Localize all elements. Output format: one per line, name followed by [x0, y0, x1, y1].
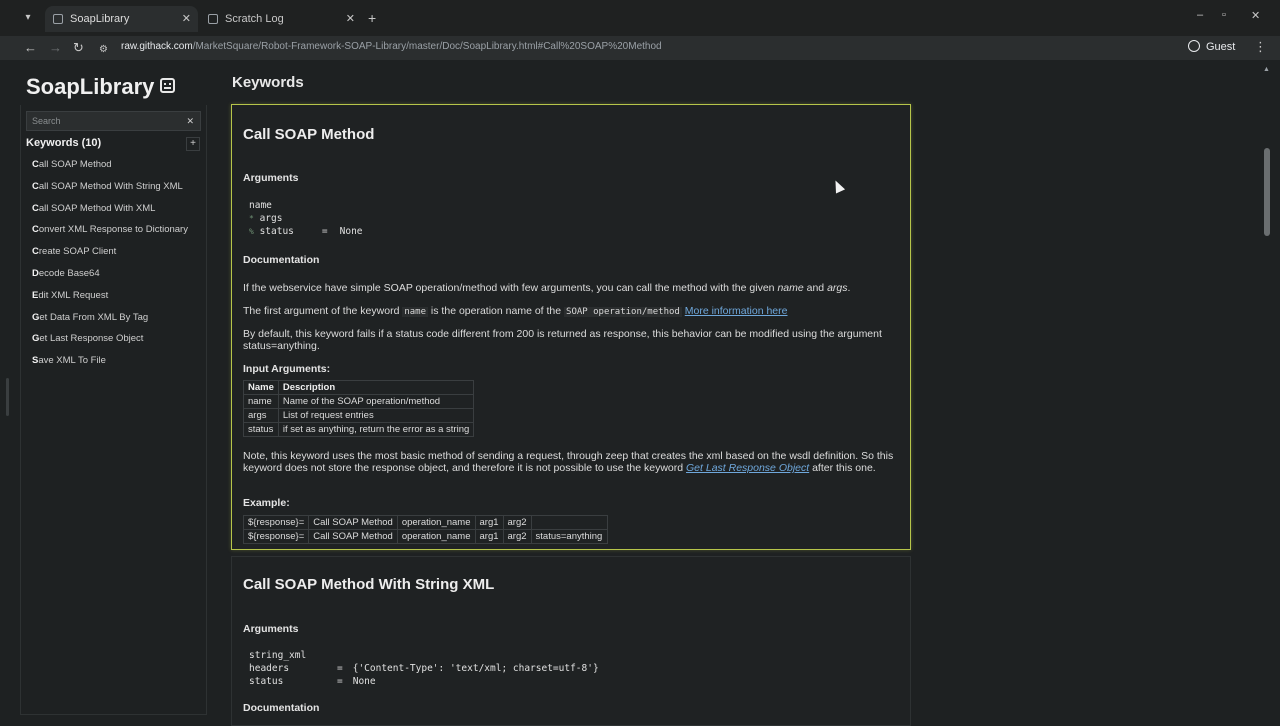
url-path: /MarketSquare/Robot-Framework-SOAP-Libra…	[192, 41, 662, 52]
keyword-title: Call SOAP Method With String XML	[243, 576, 495, 593]
keyword-link[interactable]: Save XML To File	[32, 355, 202, 377]
page-favicon-icon	[53, 14, 63, 24]
table-row: args List of request entries	[243, 408, 475, 423]
argument-headers: headers = {'Content-Type': 'text/xml; char…	[249, 663, 599, 674]
site-info-icon[interactable]: ⚙	[99, 41, 108, 59]
argument-status: status = None	[249, 676, 376, 687]
robot-icon	[160, 78, 176, 93]
keyword-title: Call SOAP Method	[243, 126, 375, 143]
search-input[interactable]: Search ✕	[26, 111, 201, 131]
more-information-link[interactable]: More information here	[685, 305, 788, 317]
scroll-up-icon[interactable]: ▲	[1263, 66, 1270, 73]
tab-title: SoapLibrary	[70, 13, 130, 25]
documentation-label: Documentation	[243, 254, 320, 266]
table-row: ${response}= Call SOAP Method operation_na…	[242, 515, 608, 530]
table-row: name Name of the SOAP operation/method	[243, 394, 475, 409]
browser-toolbar: ← → ↻ ⚙ raw.githack.com/MarketSquare/Rob…	[0, 36, 1280, 60]
tab-strip: ▾ SoapLibrary ✕ Scratch Log ✕ + – ▫ ✕	[0, 0, 1280, 36]
tab-search-button[interactable]: ▾	[19, 9, 37, 27]
keyword-link[interactable]: Get Data From XML By Tag	[32, 312, 202, 334]
argument-name: name	[249, 200, 272, 211]
keyword-link[interactable]: Call SOAP Method	[32, 159, 202, 181]
profile-button[interactable]: Guest	[1188, 40, 1235, 53]
keyword-link[interactable]: Convert XML Response to Dictionary	[32, 224, 202, 246]
keyword-link[interactable]: Edit XML Request	[32, 290, 202, 312]
browser-menu-icon[interactable]: ⋮	[1254, 39, 1267, 55]
note-paragraph: Note, this keyword uses the most basic m…	[243, 450, 894, 474]
doc-paragraph: If the webservice have simple SOAP opera…	[243, 282, 851, 294]
input-arguments-label: Input Arguments:	[243, 363, 331, 375]
keywords-count-header: Keywords (10)	[26, 137, 102, 149]
close-tab-icon[interactable]: ✕	[182, 6, 191, 32]
keyword-card-call-soap-method-with-string-xml: Call SOAP Method With String XML Argumen…	[231, 556, 911, 726]
arguments-label: Arguments	[243, 623, 299, 635]
keyword-list: Call SOAP Method Call SOAP Method With S…	[32, 159, 202, 377]
reload-icon[interactable]: ↻	[73, 39, 84, 57]
example-table: ${response}= Call SOAP Method operation_na…	[242, 515, 608, 544]
page-favicon-icon	[208, 14, 218, 24]
library-logo: SoapLibrary	[26, 74, 176, 100]
restore-icon[interactable]: ▫	[1222, 9, 1226, 21]
keyword-card-call-soap-method: Call SOAP Method Arguments name * args %…	[231, 104, 911, 550]
table-row: status if set as anything, return the err…	[243, 422, 475, 437]
keyword-link[interactable]: Call SOAP Method With XML	[32, 203, 202, 225]
keyword-link[interactable]: Create SOAP Client	[32, 246, 202, 268]
tab-soaplibrary[interactable]: SoapLibrary ✕	[45, 6, 198, 32]
scrollbar-thumb[interactable]	[1264, 148, 1270, 236]
get-last-response-object-link[interactable]: Get Last Response Object	[686, 462, 809, 474]
library-name: SoapLibrary	[26, 74, 155, 99]
back-arrow-icon[interactable]: ←	[24, 39, 37, 57]
forward-arrow-icon[interactable]: →	[49, 39, 62, 57]
clear-search-icon[interactable]: ✕	[186, 112, 194, 130]
argument-string-xml: string_xml	[249, 650, 307, 661]
argument-args: * args	[249, 213, 283, 224]
page-content: SoapLibrary Search ✕ Keywords (10) + Call…	[0, 60, 1280, 726]
arguments-label: Arguments	[243, 172, 299, 184]
new-tab-button[interactable]: +	[368, 9, 376, 27]
doc-paragraph: By default, this keyword fails if a stat…	[243, 328, 882, 352]
search-placeholder: Search	[32, 116, 61, 126]
keyword-link[interactable]: Decode Base64	[32, 268, 202, 290]
window-close-icon[interactable]: ✕	[1251, 9, 1260, 22]
table-row: ${response}= Call SOAP Method operation_na…	[242, 529, 608, 544]
tab-scratch-log[interactable]: Scratch Log ✕	[200, 6, 362, 32]
doc-paragraph: The first argument of the keyword name i…	[243, 305, 788, 317]
keyword-link[interactable]: Call SOAP Method With String XML	[32, 181, 202, 203]
profile-label: Guest	[1206, 41, 1236, 53]
expand-keywords-button[interactable]: +	[186, 137, 200, 151]
close-tab-icon[interactable]: ✕	[346, 6, 355, 32]
minimize-icon[interactable]: –	[1197, 9, 1203, 21]
documentation-label: Documentation	[243, 702, 320, 714]
address-bar[interactable]: raw.githack.com/MarketSquare/Robot-Frame…	[121, 41, 662, 52]
url-host: raw.githack.com	[121, 41, 193, 52]
input-arguments-table: Name Description name Name of the SOAP ope…	[243, 380, 475, 437]
page-scrollbar[interactable]: ▲	[1263, 66, 1270, 718]
keyword-link[interactable]: Get Last Response Object	[32, 333, 202, 355]
side-panel-handle[interactable]	[6, 378, 9, 416]
example-label: Example:	[243, 497, 290, 509]
keywords-heading: Keywords	[232, 74, 304, 91]
profile-icon	[1188, 40, 1200, 52]
argument-status: % status = None	[249, 226, 363, 237]
tab-title: Scratch Log	[225, 13, 284, 25]
